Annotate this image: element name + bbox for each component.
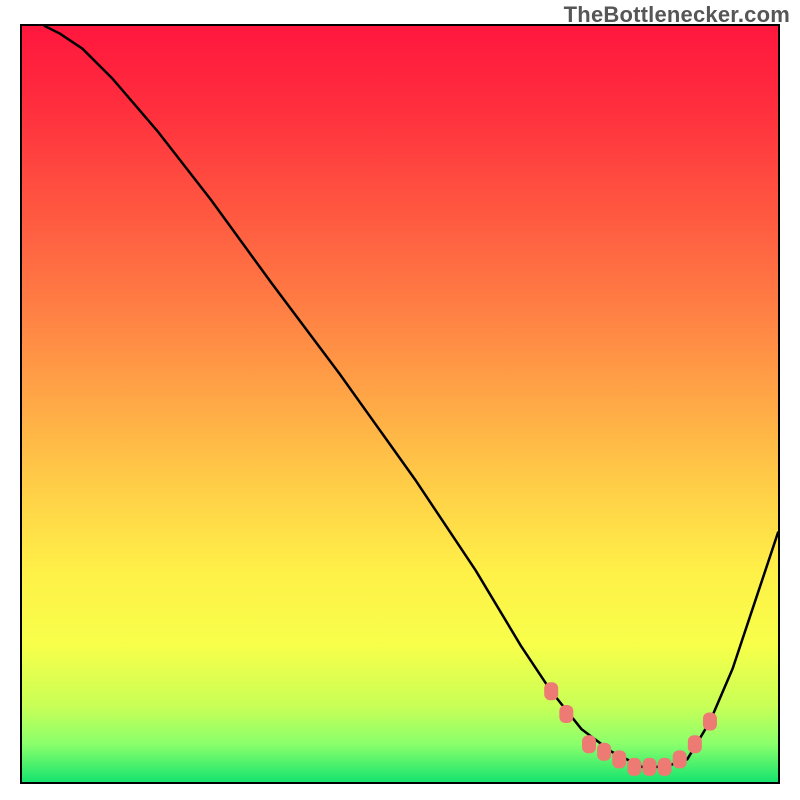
gradient-background [22, 26, 778, 782]
gradient-fill [22, 26, 778, 782]
plot-area [20, 24, 780, 784]
bottleneck-chart: TheBottlenecker.com [0, 0, 800, 800]
